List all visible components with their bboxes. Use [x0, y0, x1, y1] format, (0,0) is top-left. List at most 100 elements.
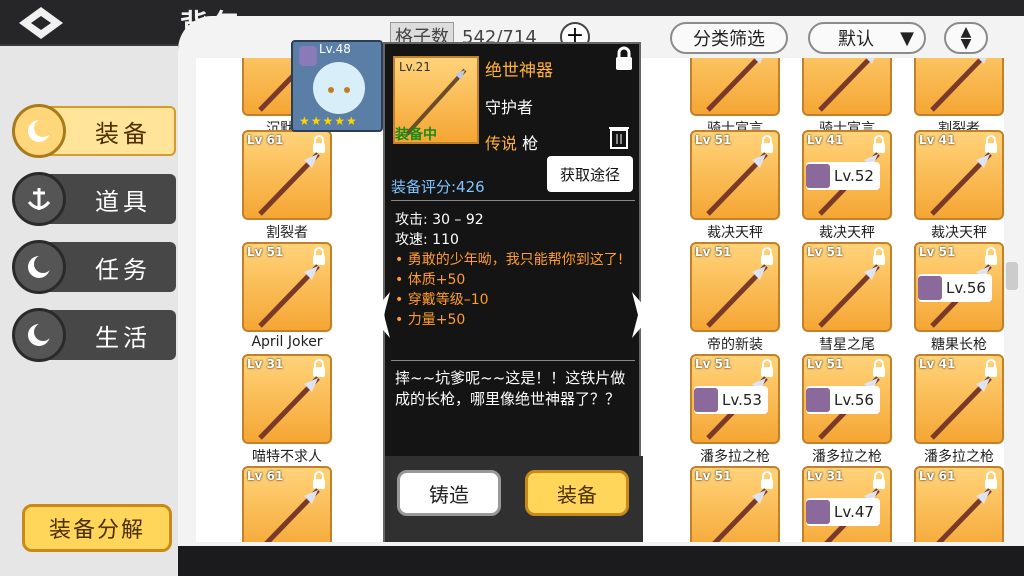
weapon-icon	[818, 264, 880, 328]
weapon-icon	[930, 58, 987, 112]
item-card-level: Lv 51	[695, 357, 732, 371]
item-card-level: Lv 51	[695, 245, 732, 259]
item-card-name: April Joker	[251, 334, 323, 350]
item-card-level: Lv 41	[807, 133, 844, 147]
moon-icon	[12, 104, 66, 158]
item-card[interactable]	[690, 58, 780, 116]
item-card[interactable]: Lv 51	[690, 242, 780, 332]
bonus-line: • 体质+50	[395, 272, 466, 288]
tab-quest[interactable]: 任务	[12, 238, 176, 296]
get-source-button[interactable]: 获取途径	[547, 156, 633, 192]
item-card-name: 裁决天秤	[707, 225, 763, 241]
sort-selected: 默认	[838, 29, 874, 50]
item-card[interactable]: Lv 51	[242, 242, 332, 332]
holder-level: Lv.56	[834, 391, 874, 409]
trash-icon[interactable]	[607, 124, 631, 150]
prev-arrow-icon[interactable]	[368, 290, 394, 340]
item-card-name: 潘多拉之枪	[700, 449, 770, 465]
equip-button[interactable]: 装备	[525, 470, 629, 516]
weapon-icon	[930, 152, 992, 216]
item-card-name: 帝的新装	[707, 337, 763, 353]
back-button[interactable]	[8, 2, 74, 44]
moon-icon	[12, 308, 66, 362]
item-type: 枪	[522, 134, 539, 153]
item-card[interactable]: Lv 31 Lv.47	[802, 466, 892, 542]
item-stats: 攻击: 30 – 92 攻速: 110 • 勇敢的少年呦，我只能帮你到这了! •…	[395, 210, 635, 330]
equipped-by-badge: Lv.47	[806, 498, 880, 526]
item-role: 守护者	[485, 98, 534, 117]
item-card-name: 糖果长枪	[931, 337, 987, 353]
item-card[interactable]: Lv 51 Lv.56	[802, 354, 892, 444]
item-card-level: Lv 61	[247, 469, 284, 483]
category-filter-button[interactable]: 分类筛选	[670, 22, 788, 54]
item-card[interactable]: Lv 61	[242, 466, 332, 542]
item-card-level: Lv 61	[919, 469, 956, 483]
equipment-score: 装备评分:426	[391, 178, 485, 196]
item-card-name: 喵特不求人	[252, 449, 322, 465]
bonus-line: • 穿戴等级–10	[395, 292, 489, 308]
divider	[391, 200, 635, 201]
weapon-icon	[706, 152, 768, 216]
salvage-button[interactable]: 装备分解	[22, 504, 172, 552]
tab-items[interactable]: 道具	[12, 170, 176, 228]
weapon-icon	[936, 488, 992, 542]
avatar	[806, 388, 830, 412]
item-card[interactable]	[914, 58, 1004, 116]
moon-icon	[12, 240, 66, 294]
forge-button[interactable]: 铸造	[397, 470, 501, 516]
item-card-level: Lv 31	[807, 469, 844, 483]
equipped-badge: 装备中	[395, 127, 437, 143]
tab-life[interactable]: 生活	[12, 306, 176, 364]
hero-stars: ★★★★★	[299, 114, 358, 128]
item-card-level: Lv 51	[695, 133, 732, 147]
holder-level: Lv.52	[834, 167, 874, 185]
item-card-level: Lv 61	[247, 133, 284, 147]
item-card-level: Lv 51	[247, 245, 284, 259]
item-card-name: 割裂者	[266, 225, 308, 241]
item-detail-popup: Lv.21 装备中 绝世神器 守护者 传说 枪 获取途径 装备评分:426 攻击…	[383, 42, 643, 542]
weapon-icon	[258, 376, 320, 440]
item-card[interactable]: Lv 51 Lv.56	[914, 242, 1004, 332]
item-card[interactable]: Lv 51	[690, 130, 780, 220]
equipped-by-badge: Lv.56	[918, 274, 992, 302]
avatar	[918, 276, 942, 300]
scrollbar-thumb[interactable]	[1006, 262, 1018, 290]
item-card[interactable]: Lv 41	[914, 130, 1004, 220]
item-card[interactable]: Lv 41 Lv.52	[802, 130, 892, 220]
item-card-level: Lv 51	[807, 245, 844, 259]
item-card-level: Lv 51	[695, 469, 732, 483]
hero-portrait[interactable]: Lv.48 ★★★★★	[291, 40, 383, 132]
item-card[interactable]: Lv 51	[802, 242, 892, 332]
lock-icon[interactable]	[613, 46, 635, 72]
item-card[interactable]: Lv 61	[914, 466, 1004, 542]
item-card[interactable]: Lv 61	[242, 130, 332, 220]
item-card[interactable]: Lv 51 Lv.53	[690, 354, 780, 444]
sort-order-toggle[interactable]: ▲ ▼	[944, 22, 988, 54]
equipped-by-badge: Lv.52	[806, 162, 880, 190]
back-arrow-icon	[19, 7, 63, 39]
item-card-level: Lv 31	[247, 357, 284, 371]
chevron-down-icon: ▼	[900, 27, 914, 49]
avatar	[806, 164, 830, 188]
weapon-icon	[706, 264, 768, 328]
item-card[interactable]: Lv 31	[242, 354, 332, 444]
item-card[interactable]: Lv 51	[690, 466, 780, 542]
equipped-by-badge: Lv.56	[806, 386, 880, 414]
category-tabs: 装备 道具 任务 生活	[12, 102, 176, 374]
item-name: 绝世神器	[485, 61, 553, 81]
next-arrow-icon[interactable]	[628, 290, 654, 340]
avatar	[694, 388, 718, 412]
item-card-name: 裁决天秤	[819, 225, 875, 241]
item-rarity: 传说 枪	[485, 130, 538, 154]
tab-equipment[interactable]: 装备	[12, 102, 176, 160]
item-card-level: Lv 41	[919, 133, 956, 147]
item-card-name: 裁决天秤	[931, 225, 987, 241]
item-card[interactable]: Lv 41	[914, 354, 1004, 444]
holder-level: Lv.56	[946, 279, 986, 297]
item-card-level: Lv 51	[919, 245, 956, 259]
sort-dropdown[interactable]: 默认 ▼	[808, 22, 926, 54]
weapon-icon	[706, 58, 763, 112]
item-card[interactable]	[802, 58, 892, 116]
avatar	[806, 500, 830, 524]
bonus-line: • 力量+50	[395, 312, 466, 328]
